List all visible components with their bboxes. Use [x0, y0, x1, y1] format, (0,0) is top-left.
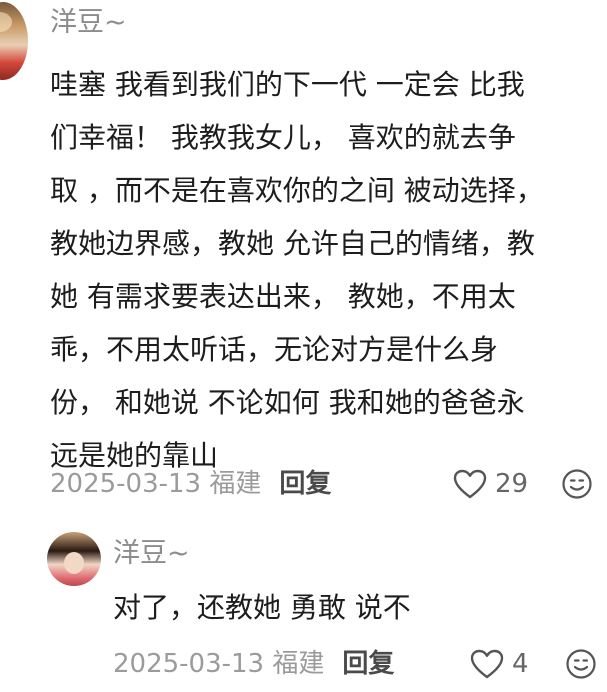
comment-meta: 2025-03-13 福建 回复 29 — [50, 466, 600, 502]
heart-outline-icon — [453, 469, 487, 499]
comment-thread: 洋豆~ 哇塞 我看到我们的下一代 一定会 比我 们幸福！ 我教我女儿， 喜欢的就… — [0, 0, 607, 692]
comment-date-location: 2025-03-13 福建 — [113, 649, 325, 679]
comment-text: 对了，还教她 勇敢 说不 — [113, 591, 411, 624]
avatar[interactable] — [0, 2, 28, 80]
comment-meta: 2025-03-13 福建 回复 4 — [113, 646, 603, 682]
username[interactable]: 洋豆~ — [50, 5, 127, 41]
avatar[interactable] — [47, 532, 101, 586]
like-count: 4 — [512, 649, 529, 679]
username[interactable]: 洋豆~ — [113, 536, 190, 572]
reply-button[interactable]: 回复 — [342, 646, 394, 682]
like-button[interactable]: 29 — [453, 466, 528, 502]
comment-text: 哇塞 我看到我们的下一代 一定会 比我 们幸福！ 我教我女儿， 喜欢的就去争 取… — [50, 68, 544, 472]
like-count: 29 — [495, 469, 529, 499]
smiley-icon[interactable] — [561, 468, 593, 500]
comment-date-location: 2025-03-13 福建 — [50, 469, 262, 499]
smiley-icon[interactable] — [565, 648, 597, 680]
reply-button[interactable]: 回复 — [279, 466, 331, 502]
avatar-highlight — [0, 12, 12, 32]
heart-outline-icon — [470, 649, 504, 679]
avatar-face — [64, 552, 84, 574]
like-button[interactable]: 4 — [470, 646, 529, 682]
